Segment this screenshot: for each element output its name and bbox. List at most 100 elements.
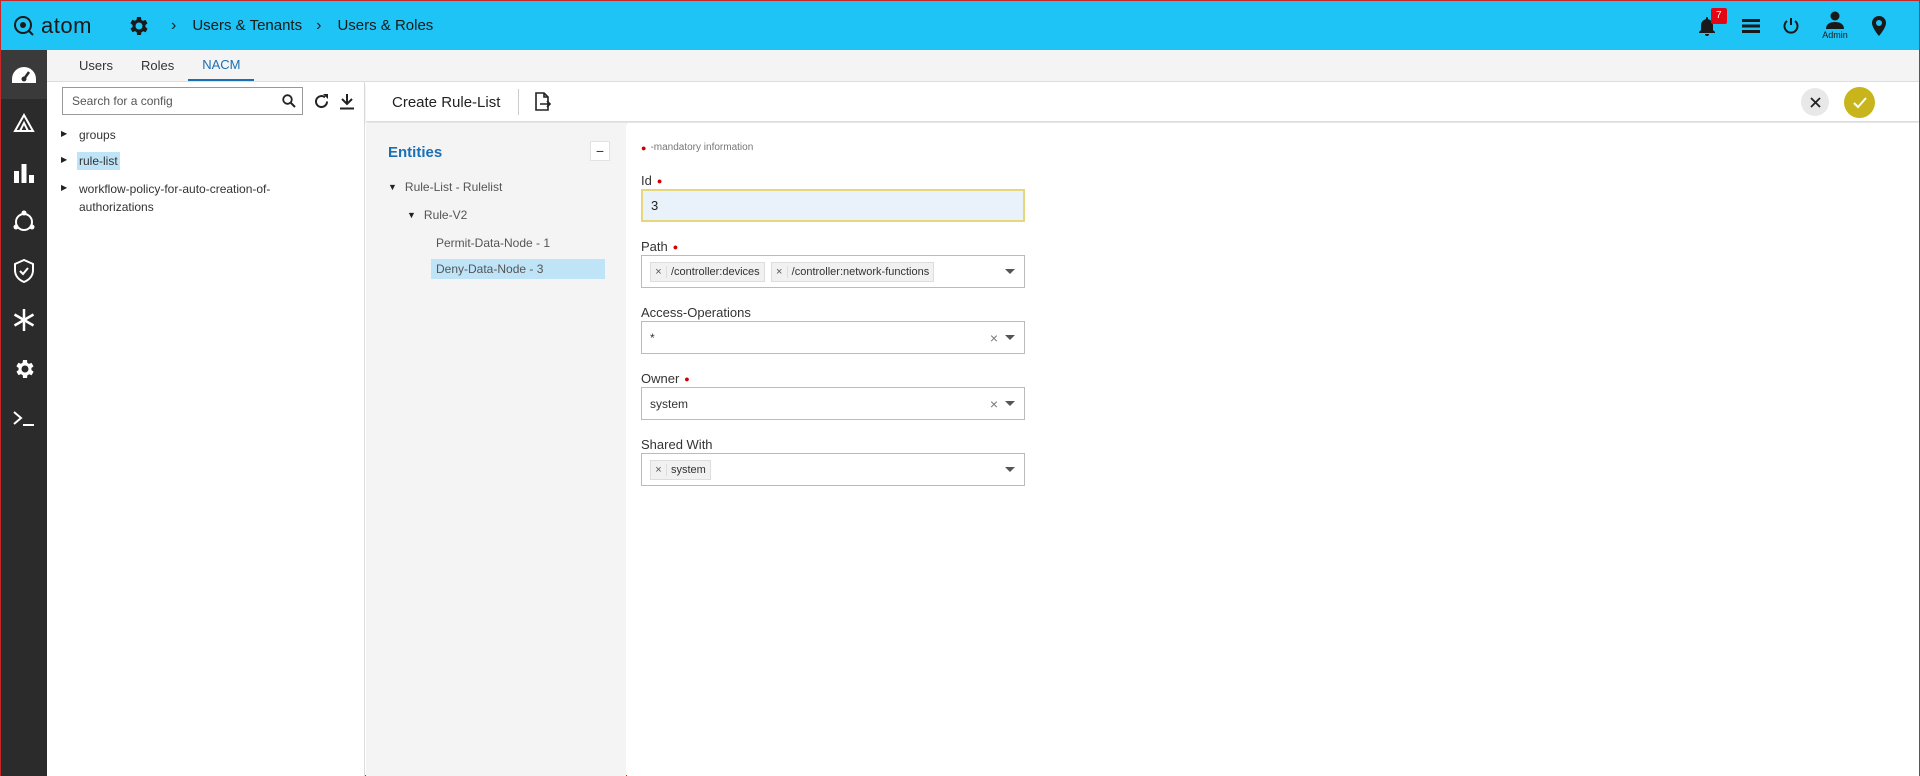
- toolbar-divider: [518, 89, 520, 115]
- remove-chip-icon[interactable]: ×: [651, 463, 667, 476]
- user-menu[interactable]: Admin: [1811, 1, 1859, 50]
- chevron-right-icon: ›: [171, 16, 177, 34]
- search-icon[interactable]: [282, 94, 296, 108]
- id-label: Id ●: [641, 173, 662, 188]
- owner-label-text: Owner: [641, 371, 680, 386]
- security-shield-icon[interactable]: [1, 246, 47, 295]
- path-multiselect[interactable]: × /controller:devices × /controller:netw…: [641, 255, 1025, 288]
- tree-node-label: workflow-policy-for-auto-creation-of-aut…: [79, 182, 271, 214]
- collapse-button[interactable]: −: [590, 141, 610, 161]
- clear-icon[interactable]: ×: [990, 396, 998, 412]
- user-icon: [1826, 11, 1844, 29]
- page-title: Create Rule-List: [392, 93, 501, 111]
- atom-logo[interactable]: atom: [13, 13, 121, 39]
- tree-node-rule-list[interactable]: ▶ rule-list: [61, 152, 361, 170]
- expand-triangle-icon[interactable]: ▶: [61, 180, 71, 192]
- dropdown-arrow-icon[interactable]: [1005, 269, 1015, 274]
- shared-with-label-text: Shared With: [641, 437, 713, 452]
- network-icon[interactable]: [1, 197, 47, 246]
- config-tree-panel: ▶ groups ▶ rule-list ▶ workflow-policy-f…: [47, 82, 365, 776]
- rule-list-form: ● -mandatory information Id ● Path ● × /…: [627, 123, 1919, 776]
- entities-panel: Entities − ▼ Rule-List - Rulelist ▼ Rule…: [366, 123, 626, 776]
- owner-label: Owner ●: [641, 371, 690, 386]
- tree-node-workflow-policy[interactable]: ▶ workflow-policy-for-auto-creation-of-a…: [61, 180, 361, 216]
- entities-title: Entities: [388, 144, 443, 161]
- id-field: [641, 189, 1025, 222]
- refresh-icon[interactable]: [311, 91, 331, 111]
- save-button[interactable]: [1844, 87, 1875, 118]
- path-chip: × /controller:network-functions: [770, 261, 935, 282]
- dropdown-arrow-icon[interactable]: [1005, 467, 1015, 472]
- mandatory-note-text: -mandatory information: [650, 142, 754, 153]
- tree-node-groups[interactable]: ▶ groups: [61, 126, 361, 144]
- breadcrumb-item-users-roles: Users & Roles: [337, 17, 434, 34]
- checkmark-icon: [1852, 96, 1867, 108]
- download-icon[interactable]: [337, 91, 357, 111]
- logo-text: atom: [41, 12, 92, 38]
- entity-label: Rule-List - Rulelist: [404, 180, 503, 194]
- path-label: Path ●: [641, 239, 678, 254]
- required-dot-icon: ●: [672, 241, 679, 252]
- required-dot-icon: ●: [684, 373, 690, 384]
- mandatory-note: ● -mandatory information: [641, 142, 753, 153]
- export-file-icon[interactable]: [527, 87, 557, 117]
- breadcrumb-item-users-tenants[interactable]: Users & Tenants: [192, 17, 302, 34]
- entity-node-deny-data-node[interactable]: Deny-Data-Node - 3: [431, 259, 605, 279]
- sub-tabs: Users Roles NACM: [47, 50, 1919, 82]
- clear-icon[interactable]: ×: [990, 330, 998, 346]
- cancel-button[interactable]: [1801, 88, 1829, 116]
- expand-triangle-icon[interactable]: ▶: [61, 152, 71, 164]
- shared-with-label: Shared With: [641, 437, 713, 452]
- config-search-input[interactable]: [72, 94, 282, 108]
- terminal-icon[interactable]: [1, 393, 47, 442]
- expand-triangle-icon[interactable]: ▶: [61, 126, 71, 138]
- required-dot-icon: ●: [641, 142, 647, 153]
- entity-node-rule-list[interactable]: ▼ Rule-List - Rulelist: [388, 180, 502, 194]
- id-input[interactable]: [651, 198, 1015, 213]
- collapse-triangle-icon[interactable]: ▼: [388, 182, 397, 192]
- devices-icon[interactable]: [1, 99, 47, 148]
- settings-icon[interactable]: [1, 344, 47, 393]
- location-pin-icon[interactable]: [1859, 1, 1899, 50]
- remove-chip-icon[interactable]: ×: [772, 265, 788, 278]
- tab-roles[interactable]: Roles: [127, 49, 188, 81]
- entity-label: Deny-Data-Node - 3: [436, 262, 544, 276]
- shared-with-multiselect[interactable]: × system: [641, 453, 1025, 486]
- access-operations-label-text: Access-Operations: [641, 305, 751, 320]
- dropdown-arrow-icon[interactable]: [1005, 335, 1015, 340]
- access-operations-label: Access-Operations: [641, 305, 751, 320]
- chip-label: /controller:devices: [671, 265, 760, 278]
- settings-gear-icon[interactable]: [123, 11, 153, 41]
- snowflake-icon[interactable]: [1, 295, 47, 344]
- dashboard-icon[interactable]: [1, 50, 47, 99]
- collapse-triangle-icon[interactable]: ▼: [407, 210, 416, 220]
- list-icon[interactable]: [1731, 1, 1771, 50]
- breadcrumb: › Users & Tenants › Users & Roles: [165, 17, 433, 35]
- selected-value: system: [650, 396, 689, 411]
- chip-label: /controller:network-functions: [791, 265, 930, 278]
- power-icon[interactable]: [1771, 1, 1811, 50]
- remove-chip-icon[interactable]: ×: [651, 265, 667, 278]
- tree-node-label: groups: [79, 128, 116, 142]
- shared-with-chip: × system: [650, 459, 711, 480]
- config-search-box: [62, 87, 303, 115]
- chevron-right-icon: ›: [316, 16, 322, 34]
- path-chip: × /controller:devices: [650, 261, 765, 282]
- required-dot-icon: ●: [656, 175, 663, 186]
- atom-logo-icon: [14, 15, 34, 36]
- notifications-bell-icon[interactable]: 7: [1687, 1, 1727, 50]
- entity-node-permit-data-node[interactable]: Permit-Data-Node - 1: [436, 236, 550, 250]
- close-icon: [1809, 96, 1821, 108]
- left-nav-rail: [1, 50, 47, 776]
- entity-node-rule-v2[interactable]: ▼ Rule-V2: [407, 208, 467, 222]
- tab-nacm[interactable]: NACM: [188, 49, 255, 81]
- owner-select[interactable]: system ×: [641, 387, 1025, 420]
- access-operations-select[interactable]: * ×: [641, 321, 1025, 354]
- notification-count-badge: 7: [1711, 8, 1727, 24]
- entity-label: Rule-V2: [423, 208, 468, 222]
- selected-value: *: [650, 330, 655, 345]
- id-label-text: Id: [641, 173, 652, 188]
- tab-users[interactable]: Users: [65, 49, 127, 81]
- analytics-icon[interactable]: [1, 148, 47, 197]
- dropdown-arrow-icon[interactable]: [1005, 401, 1015, 406]
